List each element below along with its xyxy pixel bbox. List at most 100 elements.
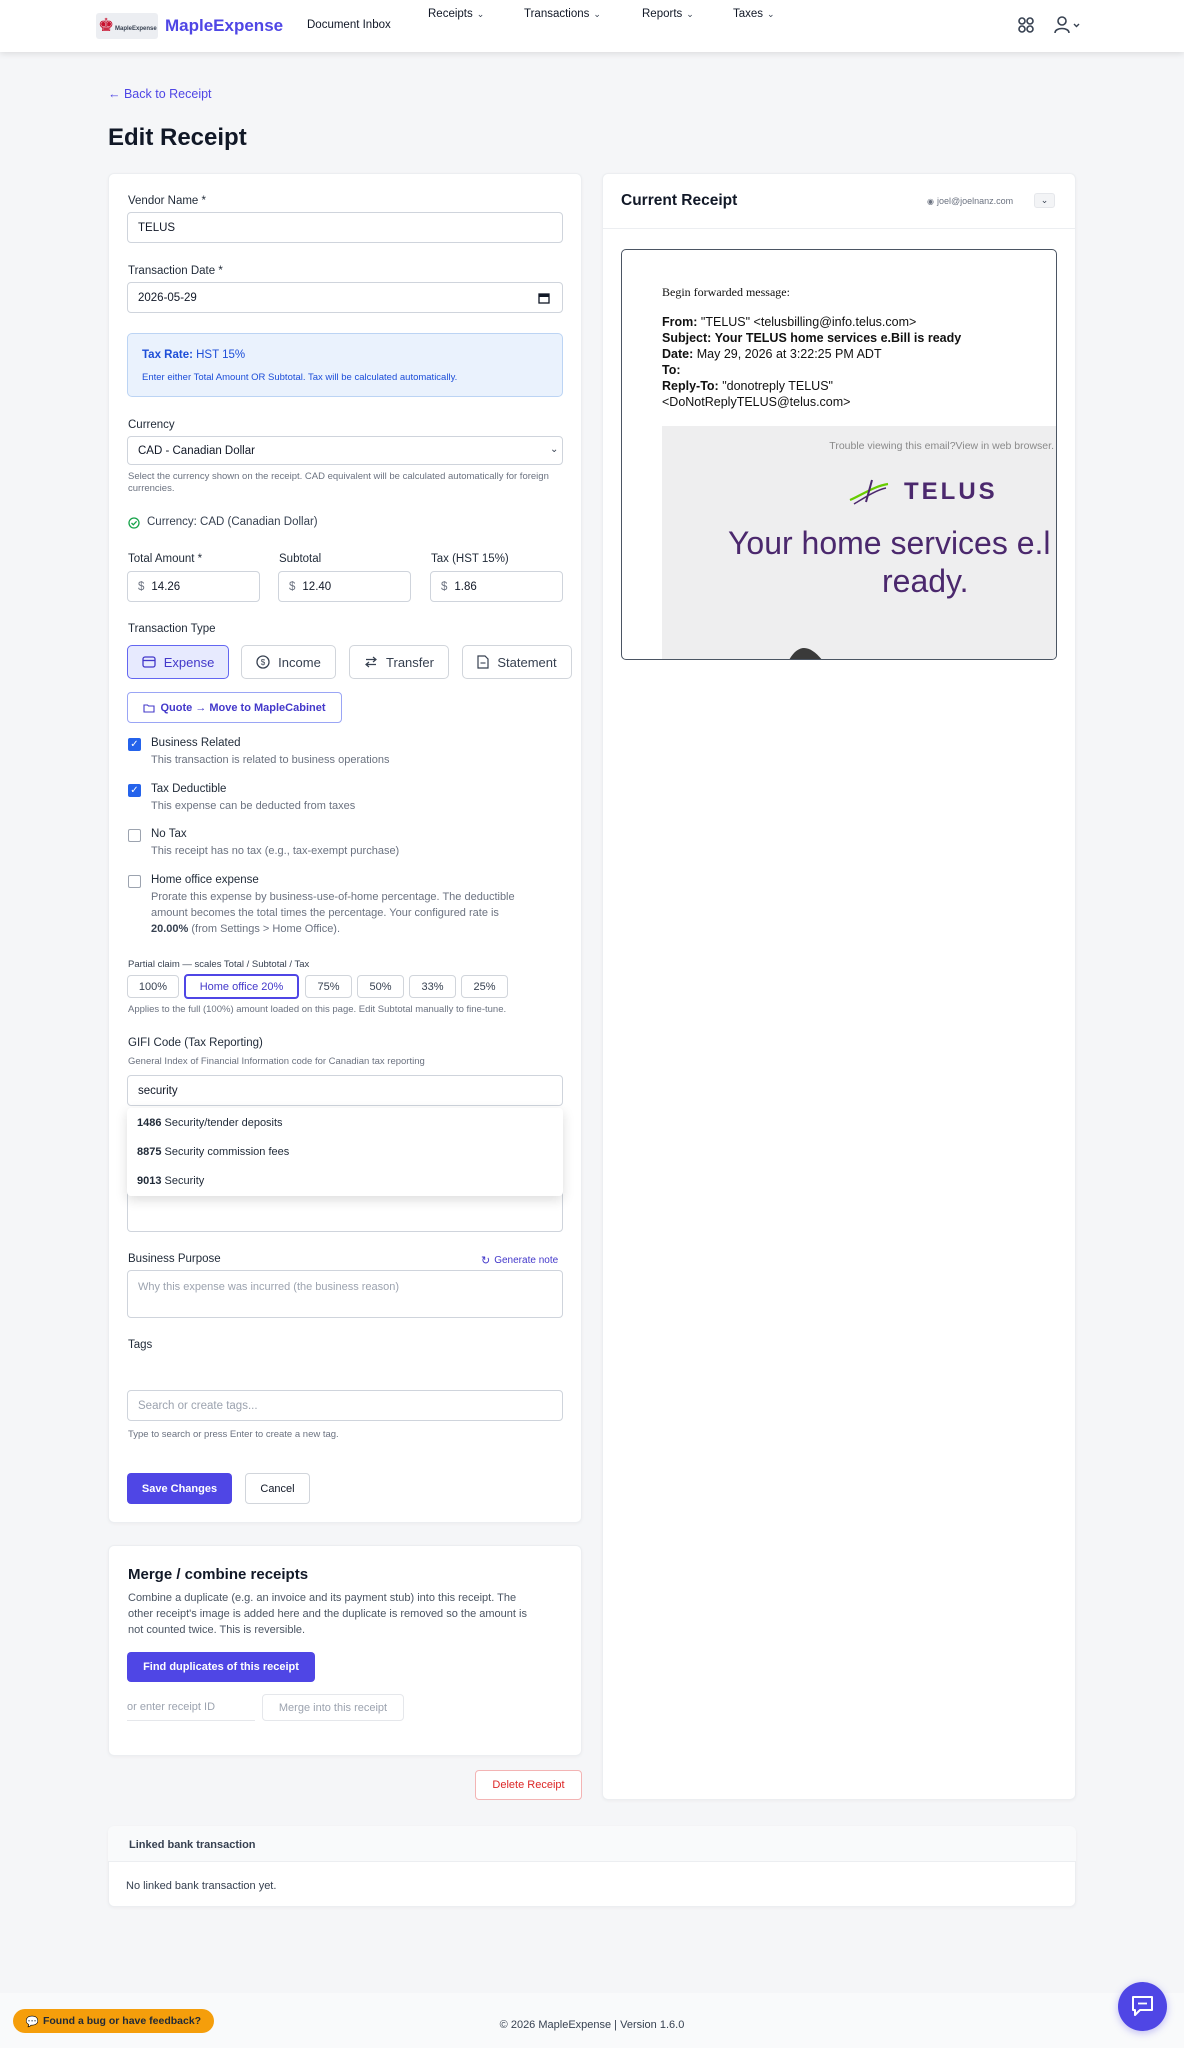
merge-desc-line-2: other receipt's image is added here and … <box>128 1608 527 1620</box>
user-menu-icon[interactable] <box>1054 16 1080 34</box>
currency-label: Currency <box>128 419 175 431</box>
nav-reports-label: Reports <box>642 8 683 20</box>
generate-note-button[interactable]: ↻ Generate note <box>481 1254 558 1267</box>
gifi-option[interactable]: 8875 Security commission fees <box>137 1146 289 1158</box>
no-tax-desc: This receipt has no tax (e.g., tax-exemp… <box>151 845 400 857</box>
date-line: Date: May 29, 2026 at 3:22:25 PM ADT <box>662 346 1052 362</box>
business-related-checkbox[interactable]: ✓ <box>128 738 141 751</box>
type-expense-button[interactable]: Expense <box>127 645 229 679</box>
subtotal-label: Subtotal <box>279 553 322 565</box>
chevron-down-icon: ⌄ <box>1040 195 1049 205</box>
receipt-email-preview[interactable]: Begin forwarded message: From: "TELUS" <… <box>621 249 1057 660</box>
no-tax-checkbox[interactable] <box>128 829 141 842</box>
telus-logo-text: TELUS <box>904 478 998 505</box>
email-headers: From: "TELUS" <telusbilling@info.telus.c… <box>662 314 1052 410</box>
gifi-option-code: 8875 <box>137 1146 162 1158</box>
type-income-button[interactable]: $ Income <box>241 645 336 679</box>
chat-bubble-icon: 💬 <box>25 2015 39 2028</box>
currency-help: Select the currency shown on the receipt… <box>128 471 549 494</box>
tax-input[interactable]: $ 1.86 <box>430 571 563 602</box>
brand-name[interactable]: MapleExpense <box>165 16 283 36</box>
nav-transactions[interactable]: Transactions ⌄ <box>524 8 601 20</box>
type-transfer-button[interactable]: Transfer <box>349 645 449 679</box>
total-amount-input[interactable]: $ 14.26 <box>127 571 260 602</box>
email-date-label: Date: <box>662 347 694 361</box>
nav-taxes[interactable]: Taxes ⌄ <box>733 8 775 20</box>
back-to-receipt-link[interactable]: ← Back to Receipt <box>108 87 212 101</box>
currency-symbol: $ <box>289 580 296 593</box>
telus-email-body: Trouble viewing this email?View in web b… <box>662 426 1056 659</box>
partial-home-office-button[interactable]: Home office 20% <box>184 974 299 999</box>
generate-note-label: Generate note <box>494 1255 559 1266</box>
refresh-icon: ↻ <box>481 1255 491 1267</box>
from-line: From: "TELUS" <telusbilling@info.telus.c… <box>662 314 1052 330</box>
check-circle-icon <box>128 517 140 529</box>
vendor-value: TELUS <box>138 221 176 234</box>
tags-input[interactable]: Search or create tags... <box>127 1390 563 1421</box>
tax-deductible-title: Tax Deductible <box>151 783 227 795</box>
trouble-viewing-link[interactable]: Trouble viewing this email?View in web b… <box>829 440 1054 452</box>
receipt-id-placeholder: or enter receipt ID <box>127 1701 216 1713</box>
tax-rate-value: HST 15% <box>196 349 246 361</box>
merge-into-receipt-button[interactable]: Merge into this receipt <box>262 1694 404 1721</box>
purpose-placeholder: Why this expense was incurred (the busin… <box>138 1281 400 1293</box>
home-office-desc-1: Prorate this expense by business-use-of-… <box>151 891 515 903</box>
partial-75-button[interactable]: 75% <box>305 975 352 998</box>
quote-move-to-cabinet-button[interactable]: Quote → Move to MapleCabinet <box>127 692 342 723</box>
business-purpose-textarea[interactable]: Why this expense was incurred (the busin… <box>127 1270 563 1318</box>
feedback-button[interactable]: 💬 Found a bug or have feedback? <box>13 2009 214 2033</box>
svg-text:$: $ <box>261 658 266 667</box>
tax-value: 1.86 <box>454 580 477 593</box>
email-source-text: joel@joelnanz.com <box>936 196 1014 206</box>
nav-reports[interactable]: Reports ⌄ <box>642 8 694 20</box>
currency-symbol: $ <box>441 580 448 593</box>
subtotal-input[interactable]: $ 12.40 <box>278 571 411 602</box>
receipt-id-input[interactable]: or enter receipt ID <box>127 1694 255 1721</box>
partial-25-button[interactable]: 25% <box>461 975 508 998</box>
vendor-input[interactable]: TELUS <box>127 212 563 243</box>
tax-label: Tax (HST 15%) <box>431 553 509 565</box>
gifi-option-name: Security <box>164 1175 205 1187</box>
partial-claim-help: Applies to the full (100%) amount loaded… <box>128 1004 507 1015</box>
date-label: Transaction Date * <box>128 265 223 277</box>
cancel-button[interactable]: Cancel <box>245 1473 310 1504</box>
chat-icon <box>1132 1996 1153 2016</box>
gifi-option[interactable]: 1486 Security/tender deposits <box>137 1117 283 1129</box>
apps-grid-icon[interactable] <box>1018 17 1034 33</box>
date-input[interactable]: 2026-05-29 <box>127 282 563 313</box>
linked-bank-empty: No linked bank transaction yet. <box>126 1880 277 1892</box>
from-label: From: <box>662 315 698 329</box>
telus-logo-icon <box>849 479 889 505</box>
currency-symbol: $ <box>138 580 145 593</box>
nav-receipts[interactable]: Receipts ⌄ <box>428 8 484 20</box>
partial-33-button[interactable]: 33% <box>409 975 456 998</box>
home-office-checkbox[interactable] <box>128 875 141 888</box>
calendar-icon[interactable] <box>538 292 550 304</box>
partial-100-button[interactable]: 100% <box>127 975 179 998</box>
gifi-option[interactable]: 9013 Security <box>137 1175 204 1187</box>
tax-deductible-checkbox[interactable]: ✓ <box>128 784 141 797</box>
nav-document-inbox[interactable]: Document Inbox <box>307 19 391 31</box>
no-tax-title: No Tax <box>151 828 187 840</box>
gifi-help: General Index of Financial Information c… <box>128 1056 425 1067</box>
transaction-type-label: Transaction Type <box>128 623 216 635</box>
forwarded-header: Begin forwarded message: <box>662 285 790 299</box>
to-label: To: <box>662 363 681 377</box>
currency-select[interactable]: CAD - Canadian Dollar ⌄ <box>127 436 563 465</box>
type-statement-button[interactable]: Statement <box>462 645 572 679</box>
partial-50-button[interactable]: 50% <box>357 975 404 998</box>
chat-launcher-button[interactable] <box>1118 1982 1167 2031</box>
receipt-options-button[interactable]: ⌄ <box>1034 193 1055 208</box>
from-value: "TELUS" <telusbilling@info.telus.com> <box>700 315 917 329</box>
tags-placeholder: Search or create tags... <box>138 1399 258 1412</box>
find-duplicates-button[interactable]: Find duplicates of this receipt <box>127 1652 315 1682</box>
subject-label: Subject: <box>662 331 712 345</box>
tax-rate-info <box>127 333 563 397</box>
business-purpose-label: Business Purpose <box>128 1253 221 1265</box>
chevron-down-icon: ⌄ <box>550 444 559 455</box>
save-changes-button[interactable]: Save Changes <box>127 1473 232 1504</box>
delete-receipt-button[interactable]: Delete Receipt <box>475 1770 582 1800</box>
type-transfer-label: Transfer <box>386 654 434 670</box>
gifi-search-input[interactable]: security <box>127 1075 563 1106</box>
gifi-option-name: Security commission fees <box>164 1146 290 1158</box>
